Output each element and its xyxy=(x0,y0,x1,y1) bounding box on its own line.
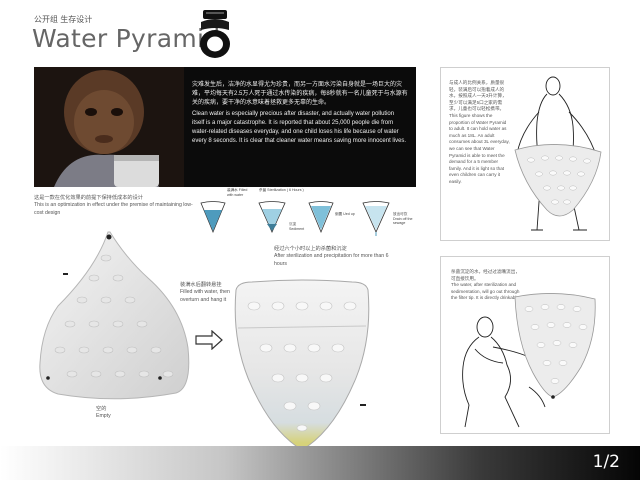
person-drinking-figure xyxy=(462,293,596,428)
banner-text-cn: 灾难发生后，洁净的水显得尤为珍贵，而另一方面水污染自身就是一场巨大的灾难，平均每… xyxy=(192,82,408,106)
empty-caption: 空的 Empty xyxy=(96,406,111,420)
left-caption-en: This is an optimization in effect under … xyxy=(34,202,193,216)
banner-text-en: Clean water is especially precious after… xyxy=(192,111,407,144)
fill-caption: 装满水后翻转悬挂 Filled with water, then overtur… xyxy=(180,282,230,303)
stage-filled: 装满水 Filled with water xyxy=(197,188,249,238)
empty-pyramid-illustration xyxy=(36,228,196,400)
product-logo xyxy=(197,8,233,60)
left-caption-cn: 这是一款在优化效果的前提下保持低成本的设计 xyxy=(34,195,143,201)
sterilization-caption: 经过六个小时以上的杀菌和沉淀 After sterilization and p… xyxy=(274,246,389,267)
proportion-panel: 与成人的比例关系，质量很轻，装满后可以抱着成人的水，按照成人一天3升计算，至少可… xyxy=(440,67,610,241)
stage-ued-up: 倒置 Ued up xyxy=(305,188,357,238)
drinking-panel: 杀菌沉淀的水，经过过滤嘴流出，可直接饮用。 The water, after s… xyxy=(440,256,610,434)
proportion-text: 与成人的比例关系，质量很轻，装满后可以抱着成人的水，按照成人一天3升计算，至少可… xyxy=(449,80,510,184)
page-number: 1/2 xyxy=(592,452,620,472)
footer-bar xyxy=(0,446,640,480)
intro-banner: 灾难发生后，洁净的水显得尤为珍贵，而另一方面水污染自身就是一场巨大的灾难，平均每… xyxy=(34,67,416,187)
stage-icons: 装满水 Filled with water 杀菌 Sterilization (… xyxy=(197,188,415,238)
banner-text: 灾难发生后，洁净的水显得尤为珍贵，而另一方面水污染自身就是一场巨大的灾难，平均每… xyxy=(192,81,408,146)
arrow-icon xyxy=(194,330,224,350)
stage-sterilization: 杀菌 Sterilization ( 6 Hours ) 沉淀 Sediment xyxy=(258,188,305,233)
left-caption: 这是一款在优化效果的前提下保持低成本的设计 This is an optimiz… xyxy=(34,195,194,217)
child-photo xyxy=(34,67,184,187)
page-title: Water Pyramid xyxy=(32,24,221,53)
adult-carrying-figure xyxy=(514,76,602,231)
stage-drain: 放出可饮 Drain off the sewage xyxy=(357,188,415,238)
filled-pyramid-illustration xyxy=(232,278,372,458)
